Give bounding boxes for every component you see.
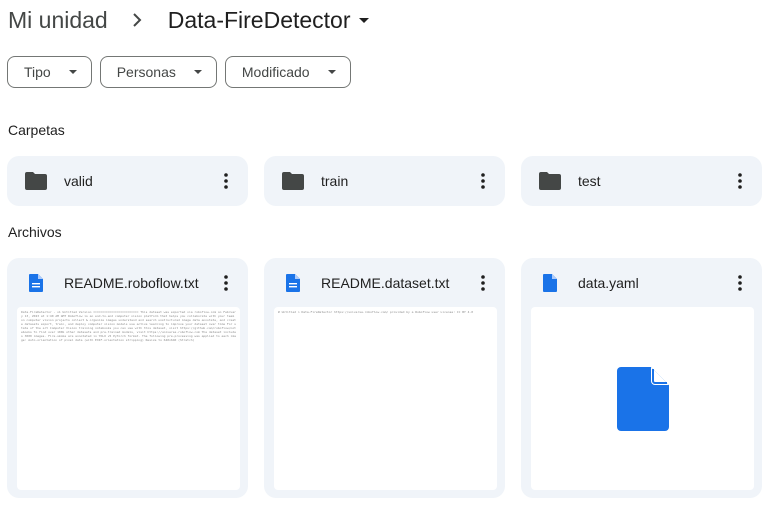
breadcrumb-current-label: Data-FireDetector [167,6,351,33]
file-card-header: README.roboflow.txt [7,258,248,308]
breadcrumb-current-folder[interactable]: Data-FireDetector [168,7,369,34]
more-options-icon[interactable] [730,171,750,191]
file-thumbnail: Data-FireDetector - v1 Untitled Version … [17,307,240,490]
breadcrumb: Mi unidad Data-FireDetector [8,4,369,36]
document-icon [286,274,300,292]
file-name: data.yaml [578,275,639,291]
breadcrumb-root[interactable]: Mi unidad [8,7,108,34]
filter-type-chip[interactable]: Tipo [7,56,92,88]
folder-card-train[interactable]: train [264,156,505,206]
file-preview-text: # Untitled > Data-FireDetector https://u… [278,310,474,314]
folder-name: test [578,173,601,189]
caret-down-icon [68,70,77,74]
more-options-icon[interactable] [730,273,750,293]
filter-people-chip[interactable]: Personas [99,56,217,88]
filter-modified-chip[interactable]: Modificado [224,56,351,88]
filter-bar: Tipo Personas Modificado [7,56,359,88]
more-options-icon[interactable] [473,171,493,191]
caret-down-icon [358,17,369,23]
more-options-icon[interactable] [216,171,236,191]
file-thumbnail: # Untitled > Data-FireDetector https://u… [274,307,497,490]
filter-people-label: Personas [116,64,176,80]
folder-card-test[interactable]: test [521,156,762,206]
file-icon [543,274,557,292]
folders-section-title: Carpetas [8,122,65,138]
file-name: README.dataset.txt [321,275,450,291]
caret-down-icon [327,70,336,74]
folder-card-valid[interactable]: valid [7,156,248,206]
file-card-header: data.yaml [521,258,762,308]
caret-down-icon [193,70,202,74]
folder-icon [282,172,304,190]
chevron-right-icon [132,13,146,27]
filter-type-label: Tipo [24,64,51,80]
large-file-icon [616,366,669,431]
more-options-icon[interactable] [473,273,493,293]
folder-name: train [321,173,349,189]
document-icon [29,274,43,292]
file-name: README.roboflow.txt [64,275,199,291]
folder-icon [539,172,561,190]
files-section-title: Archivos [8,224,62,240]
file-card-readme-roboflow[interactable]: README.roboflow.txt Data-FireDetector - … [7,258,248,498]
file-thumbnail [531,307,754,490]
filter-modified-label: Modificado [241,64,310,80]
file-preview-text: Data-FireDetector - v1 Untitled Version … [21,310,236,342]
more-options-icon[interactable] [216,273,236,293]
folder-icon [25,172,47,190]
file-card-header: README.dataset.txt [264,258,505,308]
file-card-readme-dataset[interactable]: README.dataset.txt # Untitled > Data-Fir… [264,258,505,498]
folder-name: valid [64,173,93,189]
file-card-data-yaml[interactable]: data.yaml [521,258,762,498]
